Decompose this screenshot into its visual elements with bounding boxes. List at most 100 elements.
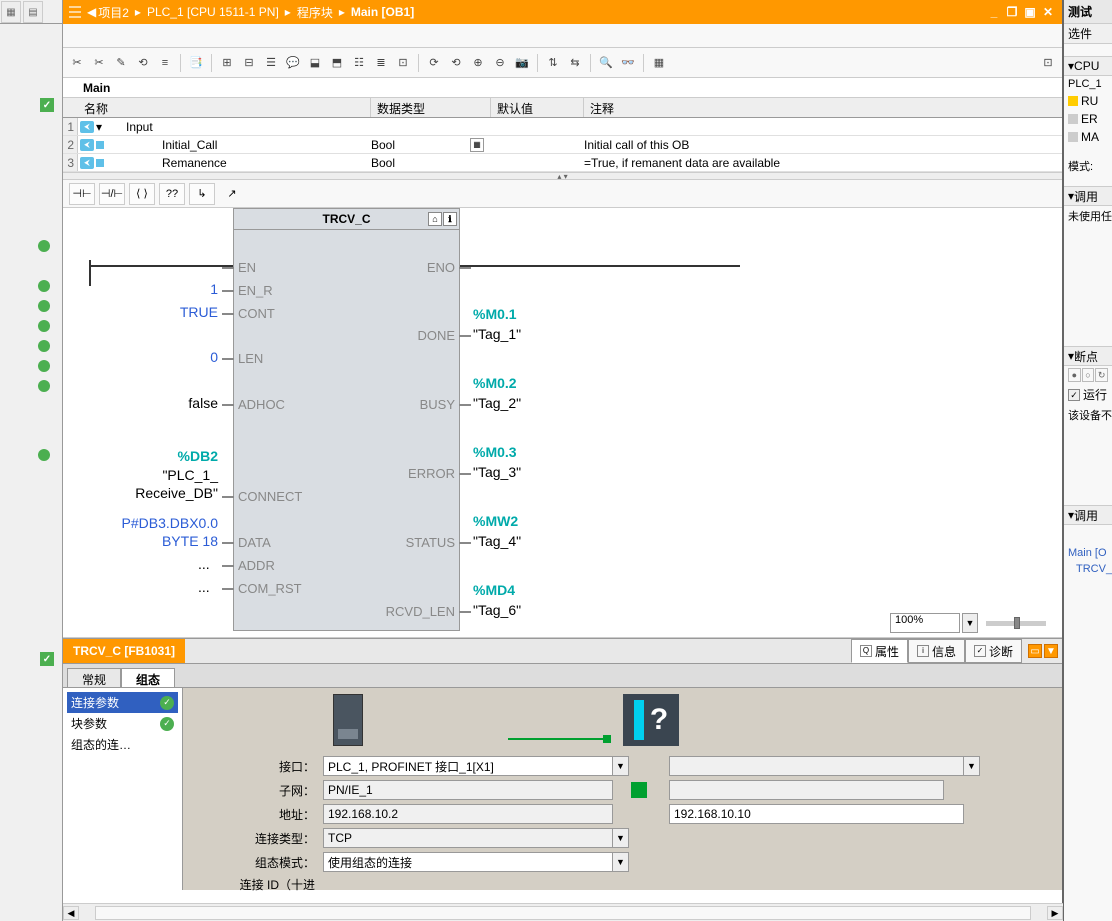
input-subnet-remote[interactable] — [669, 780, 944, 800]
scroll-right-button[interactable]: ▶ — [1047, 906, 1063, 920]
horizontal-scrollbar[interactable]: ◀ ▶ — [63, 903, 1063, 921]
col-name[interactable]: 名称 — [78, 98, 371, 117]
toolbar-btn[interactable]: 💬 — [283, 53, 303, 73]
output-addr[interactable]: %MD4 — [473, 582, 515, 598]
interface-row[interactable]: 3 ⮜ Remanence Bool =True, if remanent da… — [63, 154, 1062, 172]
input-conn-type[interactable] — [323, 828, 613, 848]
gutter-btn-2[interactable]: ▤ — [23, 1, 43, 23]
col-type[interactable]: 数据类型 — [371, 98, 491, 117]
network-link-icon[interactable] — [631, 782, 647, 798]
output-addr[interactable]: %MW2 — [473, 513, 518, 529]
restore-button[interactable]: ❐ — [1004, 4, 1020, 20]
bp-icon[interactable]: ○ — [1082, 368, 1095, 382]
inspector-tab-info[interactable]: i 信息 — [908, 639, 965, 663]
section-cpu[interactable]: ▾ CPU — [1064, 56, 1112, 76]
scroll-left-button[interactable]: ◀ — [63, 906, 79, 920]
lad-empty-box-button[interactable]: ?? — [159, 183, 185, 205]
maximize-button[interactable]: ▣ — [1022, 4, 1038, 20]
toolbar-btn[interactable]: ⬒ — [327, 53, 347, 73]
input-conf-mode[interactable] — [323, 852, 613, 872]
col-comment[interactable]: 注释 — [584, 98, 1062, 117]
dropdown-button[interactable]: ▼ — [613, 828, 629, 848]
lad-coil-button[interactable]: ⟨ ⟩ — [129, 183, 155, 205]
input-interface[interactable] — [323, 756, 613, 776]
toolbar-btn[interactable]: ✎ — [111, 53, 131, 73]
toolbar-btn[interactable]: 🔍 — [596, 53, 616, 73]
lad-neg-contact-button[interactable]: ⊣/⊢ — [99, 183, 125, 205]
gutter-btn-1[interactable]: ▦ — [1, 1, 21, 23]
toolbar-btn[interactable]: ⊞ — [217, 53, 237, 73]
fb-config-icon[interactable]: ⌂ — [428, 212, 442, 226]
input-value[interactable]: false — [78, 395, 218, 411]
device-plc-icon[interactable] — [333, 694, 363, 746]
input-ptr[interactable]: P#DB3.DBX0.0 — [78, 515, 218, 531]
section-call-env[interactable]: ▾ 调用 — [1064, 186, 1112, 206]
input-address-local[interactable] — [323, 804, 613, 824]
minimize-button[interactable]: _ — [986, 4, 1002, 20]
dropdown-button[interactable]: ▼ — [613, 852, 629, 872]
hierarchy-link-trcv[interactable]: TRCV_ — [1064, 561, 1112, 577]
breadcrumb-item[interactable]: PLC_1 [CPU 1511-1 PN] — [147, 5, 279, 19]
zoom-dropdown-button[interactable]: ▼ — [962, 613, 978, 633]
bp-icon[interactable]: ↻ — [1095, 368, 1108, 382]
lad-editor-canvas[interactable]: TRCV_C ⌂ ℹ EN EN_R CONT LEN ADHOC CONNEC… — [63, 208, 1062, 638]
toolbar-btn[interactable]: ⊖ — [490, 53, 510, 73]
toolbar-btn[interactable]: ✂ — [89, 53, 109, 73]
toolbar-btn[interactable]: ⇅ — [543, 53, 563, 73]
toolbar-btn[interactable]: ▦ — [649, 53, 669, 73]
toolbar-btn[interactable]: ☰ — [261, 53, 281, 73]
section-breakpoints[interactable]: ▾ 断点 — [1064, 346, 1112, 366]
toolbar-btn[interactable]: 👓 — [618, 53, 638, 73]
grip-icon[interactable] — [69, 4, 81, 20]
hierarchy-link-main[interactable]: Main [O — [1064, 545, 1112, 561]
input-interface-remote[interactable] — [669, 756, 964, 776]
config-tab-general[interactable]: 常规 — [67, 668, 121, 687]
input-value[interactable]: 1 — [78, 281, 218, 297]
nav-configured-conn[interactable]: 组态的连… — [67, 734, 178, 755]
nav-block-params[interactable]: 块参数 ✓ — [67, 713, 178, 734]
toolbar-btn-right[interactable]: ⊡ — [1038, 53, 1058, 73]
collapse-icon[interactable]: ▾ — [96, 120, 102, 134]
inspector-minimize-button[interactable]: ▭ — [1028, 644, 1042, 658]
type-dropdown-button[interactable]: ▦ — [470, 138, 484, 152]
zoom-slider[interactable] — [986, 621, 1046, 626]
lad-branch-button[interactable]: ↳ — [189, 183, 215, 205]
inspector-tab-properties[interactable]: Q 属性 — [851, 639, 908, 663]
input-subnet[interactable] — [323, 780, 613, 800]
input-db-addr[interactable]: %DB2 — [78, 448, 218, 464]
toolbar-btn[interactable]: ⇆ — [565, 53, 585, 73]
nav-connection-params[interactable]: 连接参数 ✓ — [67, 692, 178, 713]
function-block-trcv-c[interactable]: TRCV_C ⌂ ℹ EN EN_R CONT LEN ADHOC CONNEC… — [233, 208, 460, 631]
input-value[interactable]: 0 — [78, 349, 218, 365]
bp-icon[interactable]: ● — [1068, 368, 1081, 382]
toolbar-btn[interactable]: ⟲ — [446, 53, 466, 73]
close-button[interactable]: ✕ — [1040, 4, 1056, 20]
breadcrumb-item[interactable]: 程序块 — [297, 4, 333, 21]
toolbar-btn[interactable]: ⊟ — [239, 53, 259, 73]
output-addr[interactable]: %M0.2 — [473, 375, 517, 391]
inspector-expand-button[interactable]: ▼ — [1044, 644, 1058, 658]
lad-contact-button[interactable]: ⊣⊢ — [69, 183, 95, 205]
output-addr[interactable]: %M0.3 — [473, 444, 517, 460]
toolbar-btn[interactable]: ✂ — [67, 53, 87, 73]
toolbar-btn[interactable]: ⊡ — [393, 53, 413, 73]
inspector-tab-diagnostics[interactable]: ✓ 诊断 — [965, 639, 1022, 663]
lad-arrow-button[interactable]: ↗ — [219, 183, 245, 205]
interface-row[interactable]: 1 ⮜▾ Input — [63, 118, 1062, 136]
breadcrumb-item[interactable]: 项目2 — [98, 4, 129, 21]
col-default[interactable]: 默认值 — [491, 98, 584, 117]
input-value[interactable]: TRUE — [78, 304, 218, 320]
toolbar-btn[interactable]: ≣ — [371, 53, 391, 73]
input-address-remote[interactable] — [669, 804, 964, 824]
toolbar-btn[interactable]: 📑 — [186, 53, 206, 73]
toolbar-btn[interactable]: ⟳ — [424, 53, 444, 73]
toolbar-btn[interactable]: ☷ — [349, 53, 369, 73]
toolbar-btn[interactable]: ⟲ — [133, 53, 153, 73]
toolbar-btn[interactable]: ⊕ — [468, 53, 488, 73]
dropdown-button[interactable]: ▼ — [964, 756, 980, 776]
toolbar-btn[interactable]: 📷 — [512, 53, 532, 73]
section-call-hierarchy[interactable]: ▾ 调用 — [1064, 505, 1112, 525]
zoom-select[interactable]: 100% — [890, 613, 960, 633]
splitter-handle[interactable] — [63, 172, 1062, 180]
output-addr[interactable]: %M0.1 — [473, 306, 517, 322]
